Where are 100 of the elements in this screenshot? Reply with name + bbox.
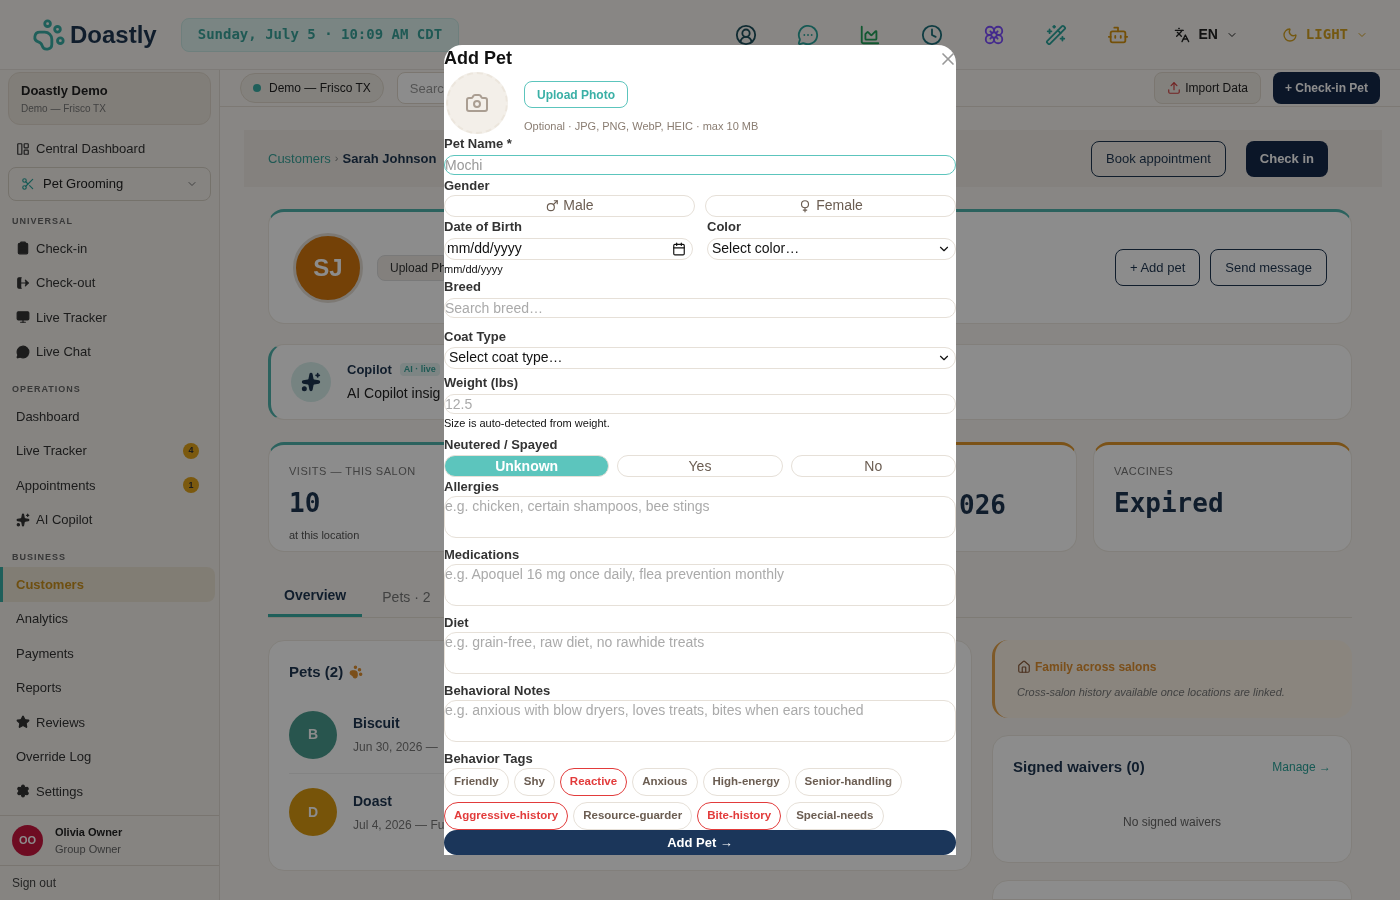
- logo-icon: [32, 17, 66, 52]
- stat-value: Expired: [1114, 486, 1224, 520]
- behavior-tag[interactable]: Bite-history: [697, 801, 782, 830]
- count-badge: 1: [183, 477, 199, 494]
- nav-item[interactable]: Check-in: [0, 231, 215, 266]
- behavior-tag[interactable]: Friendly: [444, 767, 509, 796]
- stat-label: VACCINES: [1114, 464, 1174, 479]
- nav-item[interactable]: AI Copilot: [0, 502, 215, 537]
- section-heading: OPERATIONS: [11, 383, 82, 396]
- field-label: Neutered / Spayed: [444, 436, 559, 452]
- nav-item[interactable]: Override Log: [0, 739, 215, 774]
- pet-detail: Jun 30, 2026 —: [353, 739, 438, 756]
- waivers-heading: Signed waivers (0): [1013, 757, 1145, 777]
- date-hint: mm/dd/yyyy: [444, 261, 504, 276]
- male-symbol-icon: [545, 198, 560, 213]
- breed-search-field[interactable]: Search breed…: [444, 297, 956, 318]
- behavior-tag[interactable]: Aggressive-history: [444, 801, 569, 830]
- user-role: Group Owner: [55, 841, 123, 857]
- monitor-icon: [16, 310, 30, 325]
- check-in-button[interactable]: Check in: [1245, 140, 1328, 177]
- weight-field[interactable]: 12.5: [444, 393, 956, 414]
- behavior-tag[interactable]: High-energy: [702, 767, 790, 796]
- import-data-button[interactable]: Import Data: [1154, 72, 1261, 104]
- nav-item[interactable]: Central Dashboard: [0, 139, 219, 159]
- nav-item[interactable]: Check-out: [0, 265, 215, 300]
- pet-detail: Jul 4, 2026 — Fu: [353, 816, 445, 834]
- field-label: Behavioral Notes: [444, 682, 552, 698]
- language-selector[interactable]: EN: [1174, 24, 1238, 45]
- behavior-tag[interactable]: Shy: [513, 767, 555, 796]
- nav-item[interactable]: Live Chat: [0, 334, 215, 369]
- nav-item[interactable]: Payments: [0, 636, 215, 671]
- stat-note: at this location: [289, 527, 360, 543]
- nav-item[interactable]: Reviews: [0, 705, 215, 740]
- paw-icon: [349, 665, 364, 680]
- live-badge: AI · live: [399, 362, 440, 377]
- behavior-tag[interactable]: Senior-handling: [794, 767, 903, 796]
- stat-label: VISITS — THIS SALON: [289, 464, 416, 479]
- add-pet-button[interactable]: + Add pet: [1114, 249, 1201, 286]
- sparkle-icon: [291, 362, 331, 402]
- sign-out-link[interactable]: Sign out: [12, 874, 57, 892]
- chat-bubble-icon: [16, 344, 30, 359]
- behavior-tag[interactable]: Special-needs: [786, 801, 884, 830]
- book-appointment-button[interactable]: Book appointment: [1091, 140, 1226, 177]
- location-pill[interactable]: Demo — Frisco TX: [240, 73, 384, 103]
- gender-option[interactable]: Female: [705, 194, 956, 217]
- account-card[interactable]: Doastly Demo Demo — Frisco TX: [8, 72, 211, 125]
- pet-name: Doast: [353, 791, 393, 811]
- nav-item[interactable]: Analytics: [0, 601, 215, 636]
- breadcrumb-current: Sarah Johnson: [342, 149, 437, 168]
- business-type-select[interactable]: Pet Grooming: [8, 167, 211, 201]
- nav-item[interactable]: Appointments 1: [0, 468, 215, 503]
- scissors-icon: [21, 177, 35, 191]
- upload-photo-button[interactable]: Upload Photo: [524, 81, 628, 108]
- pet-name: Biscuit: [353, 714, 401, 733]
- calendar-icon: [672, 241, 686, 256]
- field-label: Allergies: [444, 478, 500, 494]
- count-badge: 4: [183, 442, 199, 459]
- chat-bubble-icon[interactable]: [796, 22, 821, 47]
- notes-field[interactable]: e.g. chicken, certain shampoos, bee stings: [444, 495, 956, 538]
- date-time-pill: Sunday, July 5 · 10:09 AM CDT: [180, 17, 460, 52]
- clock-icon[interactable]: [920, 22, 945, 47]
- field-label: Diet: [444, 614, 470, 630]
- magic-wand-icon[interactable]: [1044, 22, 1069, 47]
- neutered-option[interactable]: Yes: [617, 454, 783, 477]
- nav-item[interactable]: Settings: [0, 774, 215, 809]
- tab[interactable]: Overview: [268, 577, 363, 617]
- send-message-button[interactable]: Send message: [1210, 249, 1327, 286]
- stat-value: 10: [289, 486, 321, 520]
- account-name: Doastly Demo: [21, 82, 109, 101]
- field-label: Weight (lbs): [444, 374, 520, 390]
- pet-avatar: D: [289, 788, 337, 836]
- field-label: Color: [707, 218, 742, 234]
- notes-field[interactable]: e.g. grain-free, raw diet, no rawhide treats: [444, 631, 956, 674]
- nav-item[interactable]: Reports: [0, 670, 215, 705]
- nav-item[interactable]: Live Tracker 4: [0, 433, 215, 468]
- manage-link[interactable]: Manage →: [1272, 758, 1331, 777]
- field-label: Behavior Tags: [444, 750, 534, 766]
- behavior-tag[interactable]: Resource-guarder: [573, 801, 693, 830]
- check-in-pet-button[interactable]: + Check-in Pet: [1272, 72, 1380, 104]
- exit-icon: [16, 275, 30, 290]
- person-circle-icon[interactable]: [734, 22, 759, 47]
- field-label: Breed: [444, 278, 482, 294]
- weight-hint: Size is auto-detected from weight.: [444, 415, 611, 430]
- tab[interactable]: Pets · 2: [366, 577, 447, 617]
- neutered-option[interactable]: No: [790, 454, 956, 477]
- behavior-tag[interactable]: Anxious: [632, 767, 698, 796]
- copilot-insight: AI Copilot insig: [347, 384, 441, 404]
- star-icon: [16, 715, 30, 730]
- sparkle-icon: [16, 512, 30, 527]
- gender-option[interactable]: Male: [444, 194, 695, 217]
- stat-value: 026: [959, 489, 1006, 522]
- behavior-tag[interactable]: Reactive: [559, 767, 628, 796]
- notes-field[interactable]: e.g. anxious with blow dryers, loves treats, bites when ears touched: [444, 699, 956, 742]
- nav-item[interactable]: Dashboard: [0, 399, 215, 434]
- house-icon: [1017, 659, 1031, 674]
- add-pet-submit-button[interactable]: Add Pet →: [444, 829, 956, 855]
- nav-item[interactable]: Live Tracker: [0, 300, 215, 335]
- pet-name-field[interactable]: Mochi: [444, 154, 956, 175]
- notes-field[interactable]: e.g. Apoquel 16 mg once daily, flea prevention monthly: [444, 563, 956, 606]
- field-label: Date of Birth: [444, 218, 523, 234]
